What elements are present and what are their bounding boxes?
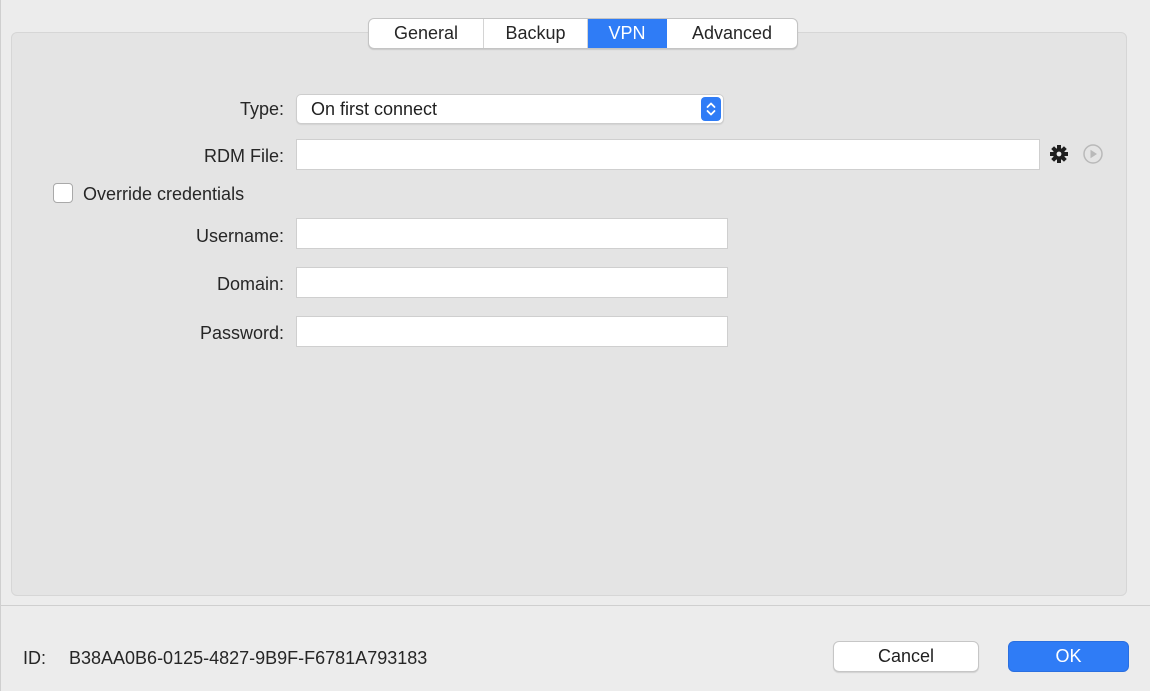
tab-advanced[interactable]: Advanced <box>667 19 797 48</box>
play-circle-icon[interactable] <box>1081 142 1105 166</box>
domain-input[interactable] <box>296 267 728 298</box>
chevron-up-down-icon <box>701 97 721 121</box>
settings-window: General Backup VPN Advanced Type: On fir… <box>0 0 1150 691</box>
password-input[interactable] <box>296 316 728 347</box>
id-value: B38AA0B6-0125-4827-9B9F-F6781A793183 <box>69 648 428 668</box>
footer-divider <box>0 605 1150 606</box>
override-credentials-label: Override credentials <box>83 184 245 204</box>
type-select[interactable]: On first connect <box>296 94 724 124</box>
tab-general[interactable]: General <box>369 19 484 48</box>
ok-button[interactable]: OK <box>1008 641 1129 672</box>
rdm-file-input[interactable] <box>296 139 1040 170</box>
window-edge <box>0 0 1 691</box>
type-label: Type: <box>239 99 284 119</box>
username-input[interactable] <box>296 218 728 249</box>
override-credentials-checkbox[interactable] <box>53 183 73 203</box>
password-label: Password: <box>199 323 284 343</box>
gear-icon[interactable] <box>1047 142 1071 166</box>
tab-backup[interactable]: Backup <box>484 19 588 48</box>
tab-vpn[interactable]: VPN <box>588 19 667 48</box>
cancel-button[interactable]: Cancel <box>833 641 979 672</box>
domain-label: Domain: <box>216 274 284 294</box>
tab-bar: General Backup VPN Advanced <box>368 18 798 49</box>
rdm-file-label: RDM File: <box>204 146 284 166</box>
id-label: ID: <box>23 648 47 668</box>
username-label: Username: <box>195 226 284 246</box>
type-select-value: On first connect <box>311 99 438 119</box>
